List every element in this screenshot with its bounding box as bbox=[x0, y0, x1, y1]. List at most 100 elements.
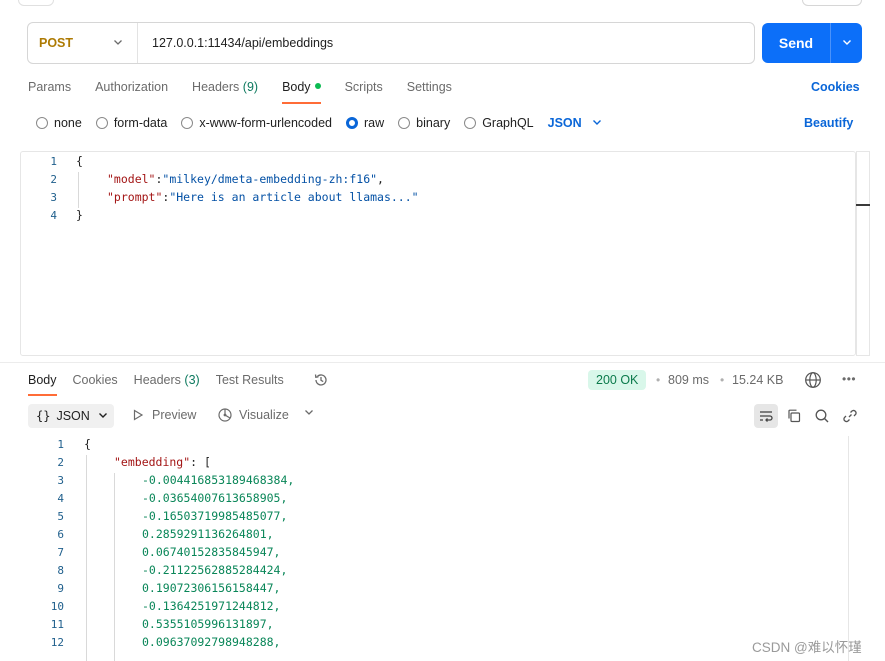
line-number: 1 bbox=[57, 438, 64, 451]
line-number: 4 bbox=[50, 209, 57, 222]
radio-label: GraphQL bbox=[482, 116, 534, 130]
method-select[interactable]: POST bbox=[28, 23, 138, 63]
top-right-chip[interactable] bbox=[802, 0, 862, 6]
radio-label: binary bbox=[416, 116, 451, 130]
copy-icon[interactable] bbox=[782, 404, 806, 428]
tab-count: (3) bbox=[184, 373, 200, 387]
chevron-down-icon[interactable] bbox=[831, 36, 862, 50]
response-tab-cookies[interactable]: Cookies bbox=[73, 372, 118, 396]
line-number: 1 bbox=[50, 155, 57, 168]
embedding-value: 0.06740152835845947, bbox=[142, 545, 281, 559]
visualize-label: Visualize bbox=[239, 408, 289, 422]
radio-binary[interactable]: binary bbox=[398, 116, 450, 130]
globe-icon[interactable] bbox=[804, 371, 822, 389]
json-string: "Here is an article about llamas..." bbox=[169, 190, 419, 204]
response-tab-body[interactable]: Body bbox=[28, 372, 57, 396]
embedding-value: -0.16503719985485077, bbox=[142, 509, 288, 523]
response-tab-test-results[interactable]: Test Results bbox=[216, 372, 284, 396]
editor-scrollbar[interactable] bbox=[856, 151, 870, 356]
line-number: 3 bbox=[57, 474, 64, 487]
json-key: "prompt" bbox=[107, 190, 163, 204]
chevron-down-icon bbox=[113, 36, 123, 50]
tab-authorization[interactable]: Authorization bbox=[95, 78, 168, 104]
tab-scripts[interactable]: Scripts bbox=[345, 78, 383, 104]
scrollbar-marker bbox=[856, 204, 870, 206]
line-number: 6 bbox=[57, 528, 64, 541]
status-badge: 200 OK bbox=[588, 370, 647, 390]
tab-label: Test Results bbox=[215, 373, 284, 387]
radio-label: none bbox=[54, 116, 82, 130]
braces-icon: {} bbox=[36, 409, 51, 423]
request-body-editor[interactable]: 1 2 3 4 { "model":"milkey/dmeta-embeddin… bbox=[20, 151, 856, 356]
pane-splitter[interactable] bbox=[0, 362, 885, 363]
tab-label: Headers bbox=[133, 373, 181, 387]
chevron-down-icon bbox=[592, 116, 602, 130]
tab-label: Body bbox=[28, 373, 57, 387]
code-line: } bbox=[76, 208, 83, 222]
radio-form-data[interactable]: form-data bbox=[95, 116, 167, 130]
radio-circle[interactable] bbox=[464, 117, 477, 129]
visualize-icon bbox=[217, 407, 233, 423]
url-input[interactable]: 127.0.0.1:11434/api/embeddings bbox=[138, 36, 333, 50]
radio-graphql[interactable]: GraphQL bbox=[464, 116, 534, 130]
more-icon[interactable]: ••• bbox=[842, 372, 856, 386]
tab-label: Authorization bbox=[95, 80, 169, 94]
tab-settings[interactable]: Settings bbox=[407, 78, 452, 104]
preview-label: Preview bbox=[152, 408, 197, 422]
cookies-link[interactable]: Cookies bbox=[811, 80, 860, 94]
preview-button[interactable]: Preview bbox=[132, 408, 196, 422]
embedding-value: 0.19072306156158447, bbox=[142, 581, 281, 595]
line-number: 9 bbox=[57, 582, 64, 595]
visualize-button[interactable]: Visualize bbox=[217, 407, 289, 423]
line-number: 2 bbox=[57, 456, 64, 469]
response-tab-headers[interactable]: Headers (3) bbox=[134, 372, 200, 396]
history-icon[interactable] bbox=[313, 372, 329, 388]
separator-dot: • bbox=[720, 373, 725, 387]
tab-headers[interactable]: Headers (9) bbox=[192, 78, 258, 104]
response-format-select[interactable]: {} JSON bbox=[28, 404, 114, 428]
indent-guide bbox=[114, 473, 115, 661]
tab-params[interactable]: Params bbox=[28, 78, 71, 104]
response-tabs: Body Cookies Headers (3) Test Results bbox=[28, 372, 300, 396]
response-scrollbar[interactable] bbox=[848, 436, 862, 661]
top-left-chip[interactable] bbox=[18, 0, 54, 6]
code-line: "embedding": [ bbox=[114, 455, 211, 469]
line-number: 4 bbox=[57, 492, 64, 505]
separator-dot: • bbox=[656, 373, 661, 387]
chevron-down-icon[interactable] bbox=[304, 407, 314, 420]
format-label: JSON bbox=[547, 116, 582, 130]
url-bar: POST 127.0.0.1:11434/api/embeddings bbox=[27, 22, 755, 64]
send-button[interactable]: Send bbox=[762, 23, 862, 63]
radio-circle[interactable] bbox=[398, 117, 411, 129]
radio-x-www-form-urlencoded[interactable]: x-www-form-urlencoded bbox=[181, 116, 332, 130]
tab-label: Body bbox=[282, 80, 311, 94]
wrap-lines-icon[interactable] bbox=[754, 404, 778, 428]
line-number: 11 bbox=[50, 618, 64, 631]
radio-circle-selected[interactable] bbox=[346, 117, 358, 129]
link-icon[interactable] bbox=[838, 404, 862, 428]
radio-circle[interactable] bbox=[95, 117, 108, 129]
response-body-viewer[interactable]: 1 2 3 4 5 6 7 8 9 10 11 12 { "embedding"… bbox=[0, 436, 848, 661]
embedding-value: 0.2859291136264801, bbox=[142, 527, 274, 541]
tab-label: Scripts bbox=[344, 80, 383, 94]
radio-label: raw bbox=[364, 116, 385, 130]
tab-body[interactable]: Body bbox=[282, 78, 321, 104]
beautify-button[interactable]: Beautify bbox=[804, 116, 853, 130]
radio-circle[interactable] bbox=[36, 117, 48, 129]
line-number: 7 bbox=[57, 546, 64, 559]
embedding-value: -0.1364251971244812, bbox=[142, 599, 281, 613]
search-icon[interactable] bbox=[810, 404, 834, 428]
response-size: 15.24 KB bbox=[732, 373, 784, 387]
radio-none[interactable]: none bbox=[36, 116, 82, 130]
line-number: 3 bbox=[50, 191, 57, 204]
method-label: POST bbox=[39, 36, 74, 50]
line-number: 8 bbox=[57, 564, 64, 577]
json-key: "model" bbox=[107, 172, 156, 186]
format-select[interactable]: JSON bbox=[548, 116, 602, 130]
body-type-radios: none form-data x-www-form-urlencoded raw… bbox=[36, 114, 602, 132]
chevron-down-icon bbox=[98, 410, 108, 423]
status-dot-icon bbox=[314, 83, 321, 89]
radio-raw[interactable]: raw bbox=[346, 116, 384, 130]
radio-circle[interactable] bbox=[181, 117, 194, 129]
code-line: { bbox=[84, 437, 91, 451]
